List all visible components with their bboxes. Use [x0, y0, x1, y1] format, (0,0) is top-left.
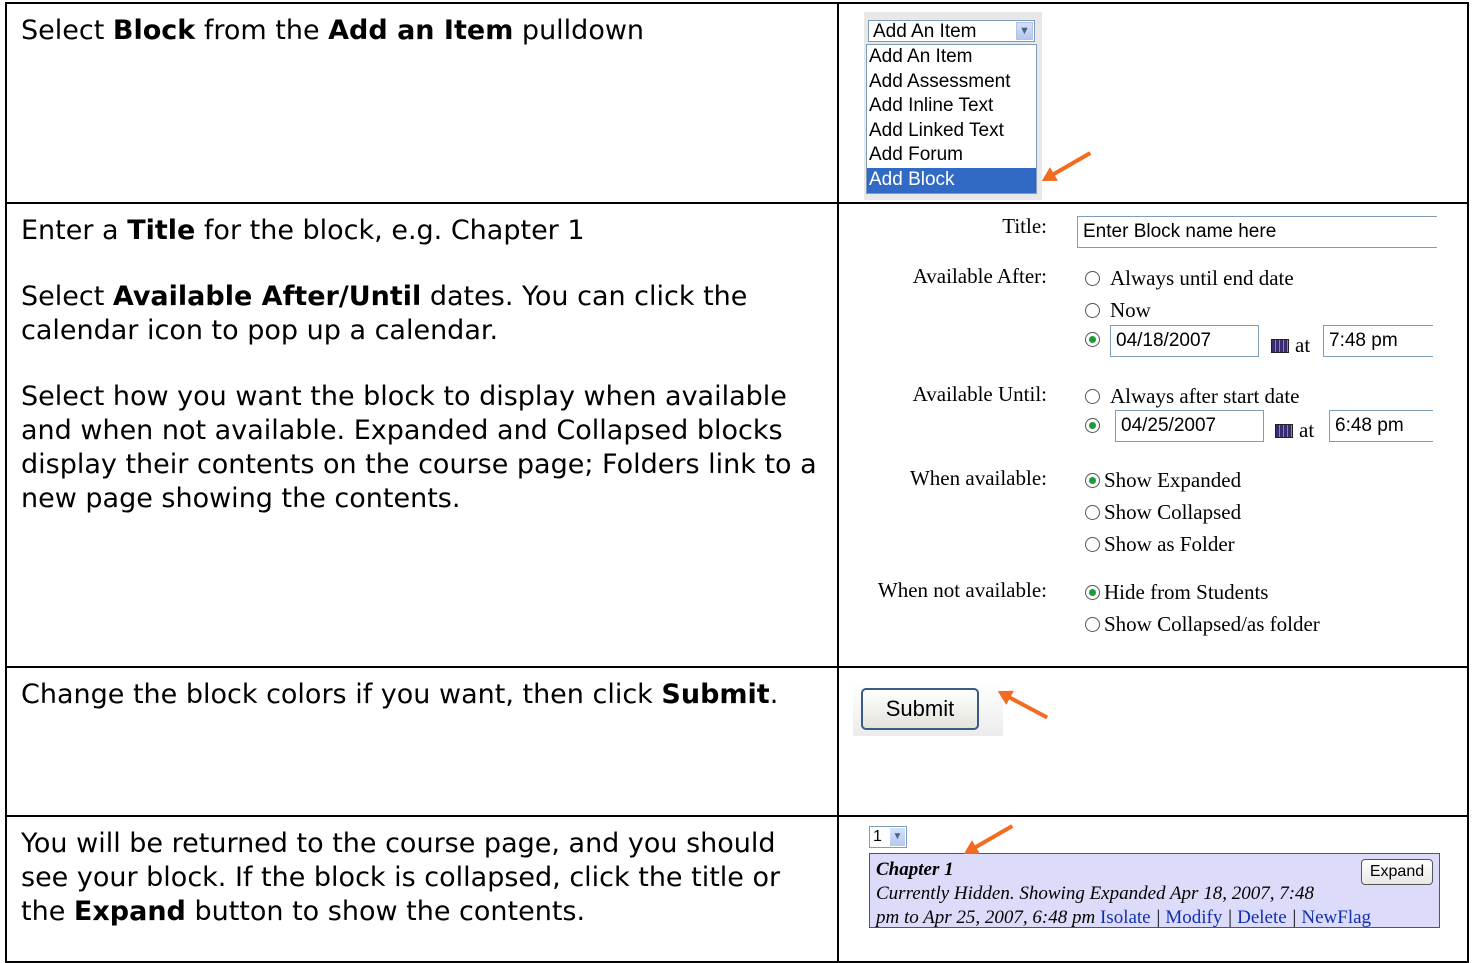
dropdown-option[interactable]: Add Forum — [867, 143, 1036, 168]
chevron-down-icon[interactable]: ▼ — [890, 828, 905, 846]
course-block: Chapter 1 Currently Hidden. Showing Expa… — [869, 853, 1440, 928]
block-status-line2: pm to Apr 25, 2007, 6:48 pm Isolate | Mo… — [876, 907, 1372, 928]
pointer-arrow-icon — [1002, 692, 1049, 720]
title-input[interactable]: Enter Block name here — [1077, 216, 1437, 248]
instruction-cell: Change the block colors if you want, the… — [5, 666, 839, 817]
title-label: Title: — [1002, 214, 1047, 238]
radio-option[interactable] — [1085, 418, 1110, 433]
radio-icon[interactable] — [1085, 418, 1100, 433]
radio-icon[interactable] — [1085, 537, 1100, 552]
radio-icon[interactable] — [1085, 505, 1100, 520]
page-select[interactable]: 1 ▼ — [869, 826, 907, 848]
expand-button[interactable]: Expand — [1361, 859, 1433, 885]
add-item-options: Add An Item Add Assessment Add Inline Te… — [866, 44, 1037, 194]
add-item-select[interactable]: Add An Item ▼ — [868, 20, 1035, 42]
block-title[interactable]: Chapter 1 — [876, 859, 954, 880]
radio-option[interactable]: Hide from Students — [1085, 580, 1268, 605]
radio-icon[interactable] — [1085, 303, 1100, 318]
screenshot-cell: Submit — [837, 666, 1469, 817]
radio-option[interactable]: Show Collapsed — [1085, 500, 1241, 525]
available-after-label: Available After: — [912, 264, 1047, 288]
dropdown-option-add-block[interactable]: Add Block — [867, 167, 1036, 193]
calendar-button[interactable]: at — [1275, 418, 1314, 443]
radio-option[interactable]: Show Expanded — [1085, 468, 1241, 493]
calendar-icon[interactable] — [1271, 338, 1289, 353]
radio-option[interactable]: Show as Folder — [1085, 532, 1235, 557]
submit-button[interactable]: Submit — [861, 688, 979, 730]
available-until-label: Available Until: — [912, 382, 1047, 406]
block-form-screenshot: Title: Enter Block name here Available A… — [839, 204, 1467, 666]
after-date-input[interactable]: 04/18/2007 — [1110, 325, 1259, 357]
radio-icon[interactable] — [1085, 271, 1100, 286]
screenshot-cell: Title: Enter Block name here Available A… — [837, 202, 1469, 668]
screenshot-cell: 1 ▼ Chapter 1 Currently Hidden. Showing … — [837, 815, 1469, 963]
instruction-table: Select Block from the Add an Item pulldo… — [5, 2, 1469, 963]
instruction-text: Select Block from the Add an Item pulldo… — [21, 15, 645, 46]
table-row: Change the block colors if you want, the… — [5, 666, 1469, 817]
radio-option[interactable]: Always after start date — [1085, 384, 1300, 409]
block-status: Currently Hidden. Showing Expanded Apr 1… — [876, 883, 1315, 904]
instruction-cell: You will be returned to the course page,… — [5, 815, 839, 963]
table-row: Select Block from the Add an Item pulldo… — [5, 2, 1469, 204]
when-not-available-label: When not available: — [877, 578, 1047, 602]
instruction-text: Select Available After/Until dates. You … — [21, 281, 748, 346]
radio-icon[interactable] — [1085, 473, 1100, 488]
until-time-input[interactable]: 6:48 pm — [1329, 410, 1433, 442]
modify-link[interactable]: Modify — [1165, 907, 1222, 928]
radio-option[interactable]: Now — [1085, 298, 1151, 323]
radio-option[interactable]: Always until end date — [1085, 266, 1294, 291]
dropdown-option[interactable]: Add Inline Text — [867, 94, 1036, 119]
radio-icon[interactable] — [1085, 389, 1100, 404]
instruction-text: Select how you want the block to display… — [21, 381, 817, 514]
when-available-label: When available: — [909, 466, 1047, 490]
instruction-text: Enter a Title for the block, e.g. Chapte… — [21, 215, 585, 246]
chevron-down-icon[interactable]: ▼ — [1016, 22, 1033, 40]
pointer-arrow-icon — [1046, 151, 1092, 180]
calendar-button[interactable]: at — [1271, 333, 1310, 358]
instruction-text: Change the block colors if you want, the… — [21, 679, 779, 710]
table-row: Enter a Title for the block, e.g. Chapte… — [5, 202, 1469, 668]
dropdown-option[interactable]: Add An Item — [867, 45, 1036, 70]
add-item-dropdown-screenshot: Add An Item ▼ Add An Item Add Assessment… — [864, 12, 1042, 200]
dropdown-option[interactable]: Add Assessment — [867, 70, 1036, 95]
radio-icon[interactable] — [1085, 585, 1100, 600]
after-time-input[interactable]: 7:48 pm — [1323, 325, 1433, 357]
dropdown-option[interactable]: Add Linked Text — [867, 119, 1036, 144]
isolate-link[interactable]: Isolate — [1100, 907, 1151, 928]
instruction-cell: Enter a Title for the block, e.g. Chapte… — [5, 202, 839, 668]
until-date-input[interactable]: 04/25/2007 — [1115, 410, 1264, 442]
instruction-cell: Select Block from the Add an Item pulldo… — [5, 2, 839, 204]
radio-icon[interactable] — [1085, 332, 1100, 347]
instruction-text: You will be returned to the course page,… — [21, 828, 781, 927]
newflag-link[interactable]: NewFlag — [1301, 907, 1371, 928]
table-row: You will be returned to the course page,… — [5, 815, 1469, 963]
screenshot-cell: Add An Item ▼ Add An Item Add Assessment… — [837, 2, 1469, 204]
radio-option[interactable]: Show Collapsed/as folder — [1085, 612, 1320, 637]
radio-icon[interactable] — [1085, 617, 1100, 632]
radio-option[interactable] — [1085, 332, 1110, 347]
calendar-icon[interactable] — [1275, 423, 1293, 438]
pointer-arrow-icon — [968, 824, 1014, 853]
delete-link[interactable]: Delete — [1237, 907, 1287, 928]
